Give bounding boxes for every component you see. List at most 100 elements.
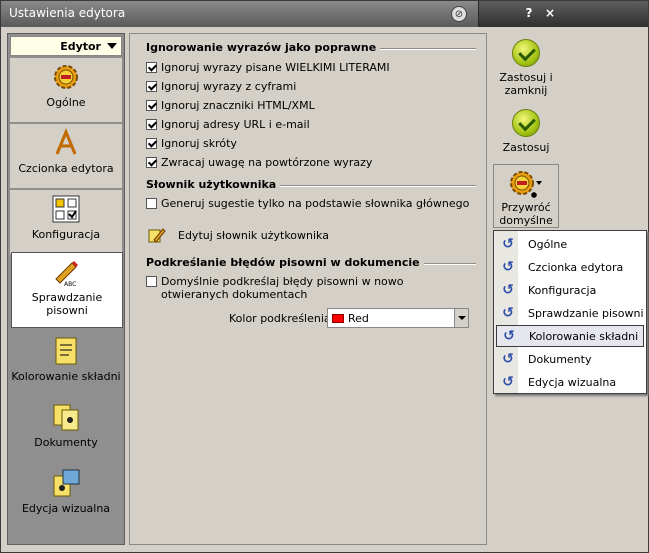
option-label: Ignoruj wyrazy pisane WIELKIMI LITERAMI bbox=[161, 61, 390, 74]
category-dropdown[interactable]: Edytor bbox=[10, 36, 122, 56]
option-ignore-urls[interactable]: Ignoruj adresy URL i e-mail bbox=[146, 118, 310, 131]
section-title-user-dictionary: Słownik użytkownika bbox=[146, 178, 281, 191]
option-label: Ignoruj adresy URL i e-mail bbox=[161, 118, 310, 131]
menu-item-label: Czcionka edytora bbox=[528, 260, 624, 274]
menu-item-syntax-coloring[interactable]: ↺ Kolorowanie składni bbox=[496, 325, 644, 347]
menu-item-visual-editing[interactable]: ↺ Edycja wizualna bbox=[496, 371, 644, 393]
sidebar-item-font[interactable]: Czcionka edytora bbox=[10, 124, 122, 188]
menu-item-label: Dokumenty bbox=[528, 352, 592, 366]
sidebar-item-label: Ogólne bbox=[46, 96, 86, 109]
dictionary-edit-icon bbox=[148, 228, 166, 243]
option-ignore-digits[interactable]: Ignoruj wyrazy z cyframi bbox=[146, 80, 296, 93]
sidebar-item-visual-editing[interactable]: Edycja wizualna bbox=[10, 464, 122, 528]
checkmark-icon bbox=[512, 109, 540, 137]
sidebar-item-spelling[interactable]: ABC Sprawdzanie pisowni bbox=[11, 252, 123, 328]
option-label: Generuj sugestie tylko na podstawie słow… bbox=[161, 197, 470, 210]
option-ignore-uppercase[interactable]: Ignoruj wyrazy pisane WIELKIMI LITERAMI bbox=[146, 61, 390, 74]
checkbox[interactable] bbox=[146, 276, 157, 287]
menu-item-label: Edycja wizualna bbox=[528, 375, 617, 389]
sidebar-item-label: Konfiguracja bbox=[31, 228, 101, 241]
checklist-icon bbox=[52, 195, 80, 223]
checkbox[interactable] bbox=[146, 100, 157, 111]
option-ignore-html[interactable]: Ignoruj znaczniki HTML/XML bbox=[146, 99, 315, 112]
underline-color-label: Kolor podkreślenia: bbox=[229, 312, 335, 325]
menu-item-spelling[interactable]: ↺ Sprawdzanie pisowni bbox=[496, 302, 644, 324]
window-title: Ustawienia edytora bbox=[9, 6, 126, 20]
option-label: Zwracaj uwagę na powtórzone wyrazy bbox=[161, 156, 373, 169]
apply-close-label: Zastosuj i zamknij bbox=[499, 71, 553, 97]
apply-button[interactable]: Zastosuj bbox=[493, 109, 559, 154]
undo-icon: ↺ bbox=[502, 374, 514, 390]
color-swatch bbox=[332, 314, 344, 323]
checkbox[interactable] bbox=[146, 138, 157, 149]
undo-icon: ↺ bbox=[502, 259, 514, 275]
undo-icon: ↺ bbox=[502, 351, 514, 367]
color-value: Red bbox=[348, 312, 369, 325]
checkbox[interactable] bbox=[146, 198, 157, 209]
apply-close-button[interactable]: Zastosuj i zamknij bbox=[493, 39, 559, 97]
checkbox[interactable] bbox=[146, 81, 157, 92]
sidebar-item-configuration[interactable]: Konfiguracja bbox=[10, 190, 122, 254]
sidebar-item-label: Czcionka edytora bbox=[18, 162, 114, 175]
restore-gear-icon bbox=[510, 171, 542, 198]
option-label: Ignoruj wyrazy z cyframi bbox=[161, 80, 297, 93]
underline-color-select[interactable]: Red bbox=[327, 308, 469, 328]
option-label: Ignoruj znaczniki HTML/XML bbox=[161, 99, 315, 112]
undo-icon: ↺ bbox=[503, 328, 515, 344]
section-title-underline: Podkreślanie błędów pisowni w dokumencie bbox=[146, 256, 424, 269]
menu-item-configuration[interactable]: ↺ Konfiguracja bbox=[496, 279, 644, 301]
option-main-dictionary-suggestions[interactable]: Generuj sugestie tylko na podstawie słow… bbox=[146, 197, 469, 210]
menu-item-font[interactable]: ↺ Czcionka edytora bbox=[496, 256, 644, 278]
menu-item-label: Kolorowanie składni bbox=[529, 329, 639, 343]
settings-panel: Ignorowanie wyrazów jako poprawne Ignoru… bbox=[129, 33, 487, 545]
chevron-down-icon[interactable] bbox=[454, 309, 468, 327]
edit-link-label: Edytuj słownik użytkownika bbox=[178, 228, 329, 242]
menu-item-general[interactable]: ↺ Ogólne bbox=[496, 233, 644, 255]
category-sidebar: Edytor Ogólne Czcionka edytora Konfigura… bbox=[7, 33, 125, 545]
pen-abc-icon: ABC bbox=[55, 261, 78, 287]
sidebar-item-documents[interactable]: Dokumenty bbox=[10, 398, 122, 462]
checkbox[interactable] bbox=[146, 62, 157, 73]
sidebar-item-label: Kolorowanie składni bbox=[11, 370, 121, 383]
pin-icon[interactable]: ⊘ bbox=[451, 6, 467, 22]
restore-defaults-button[interactable]: Przywróć domyślne bbox=[493, 164, 559, 228]
chevron-down-icon bbox=[107, 43, 117, 49]
apply-label: Zastosuj bbox=[502, 141, 550, 154]
svg-text:ABC: ABC bbox=[64, 281, 76, 287]
visual-edit-icon bbox=[53, 469, 80, 497]
sidebar-item-label: Sprawdzanie pisowni bbox=[31, 291, 103, 317]
checkbox[interactable] bbox=[146, 157, 157, 168]
category-dropdown-label: Edytor bbox=[60, 40, 101, 53]
documents-icon bbox=[53, 404, 79, 431]
restore-label: Przywróć domyślne bbox=[499, 201, 553, 227]
title-tab: Ustawienia edytora ⊘ bbox=[1, 1, 479, 27]
gear-icon bbox=[54, 65, 78, 89]
sidebar-item-general[interactable]: Ogólne bbox=[10, 58, 122, 122]
option-ignore-abbreviations[interactable]: Ignoruj skróty bbox=[146, 137, 237, 150]
document-highlight-icon bbox=[55, 337, 77, 365]
sidebar-item-label: Dokumenty bbox=[34, 436, 98, 449]
checkmark-icon bbox=[512, 39, 540, 67]
help-button[interactable]: ? bbox=[521, 5, 537, 21]
section-title-ignore: Ignorowanie wyrazów jako poprawne bbox=[146, 41, 381, 54]
close-button[interactable]: × bbox=[542, 5, 558, 21]
title-bar: Ustawienia edytora ⊘ ? × bbox=[1, 1, 648, 27]
option-underline-by-default[interactable]: Domyślnie podkreślaj błędy pisowni w now… bbox=[146, 275, 446, 301]
sidebar-item-label: Edycja wizualna bbox=[21, 502, 111, 515]
menu-item-label: Sprawdzanie pisowni bbox=[528, 306, 644, 320]
edit-user-dictionary-link[interactable]: Edytuj słownik użytkownika bbox=[148, 226, 329, 244]
undo-icon: ↺ bbox=[502, 305, 514, 321]
settings-window: Ustawienia edytora ⊘ ? × Edytor Ogólne C… bbox=[0, 0, 649, 553]
sidebar-item-syntax-coloring[interactable]: Kolorowanie składni bbox=[10, 332, 122, 396]
menu-item-documents[interactable]: ↺ Dokumenty bbox=[496, 348, 644, 370]
font-icon bbox=[55, 128, 77, 155]
checkbox[interactable] bbox=[146, 119, 157, 130]
option-label: Ignoruj skróty bbox=[161, 137, 237, 150]
menu-item-label: Konfiguracja bbox=[528, 283, 597, 297]
undo-icon: ↺ bbox=[502, 236, 514, 252]
restore-defaults-menu: ↺ Ogólne ↺ Czcionka edytora ↺ Konfiguracja … bbox=[493, 230, 647, 394]
option-repeated-words[interactable]: Zwracaj uwagę na powtórzone wyrazy bbox=[146, 156, 372, 169]
option-label: Domyślnie podkreślaj błędy pisowni w now… bbox=[161, 275, 404, 301]
menu-item-label: Ogólne bbox=[528, 237, 568, 251]
undo-icon: ↺ bbox=[502, 282, 514, 298]
